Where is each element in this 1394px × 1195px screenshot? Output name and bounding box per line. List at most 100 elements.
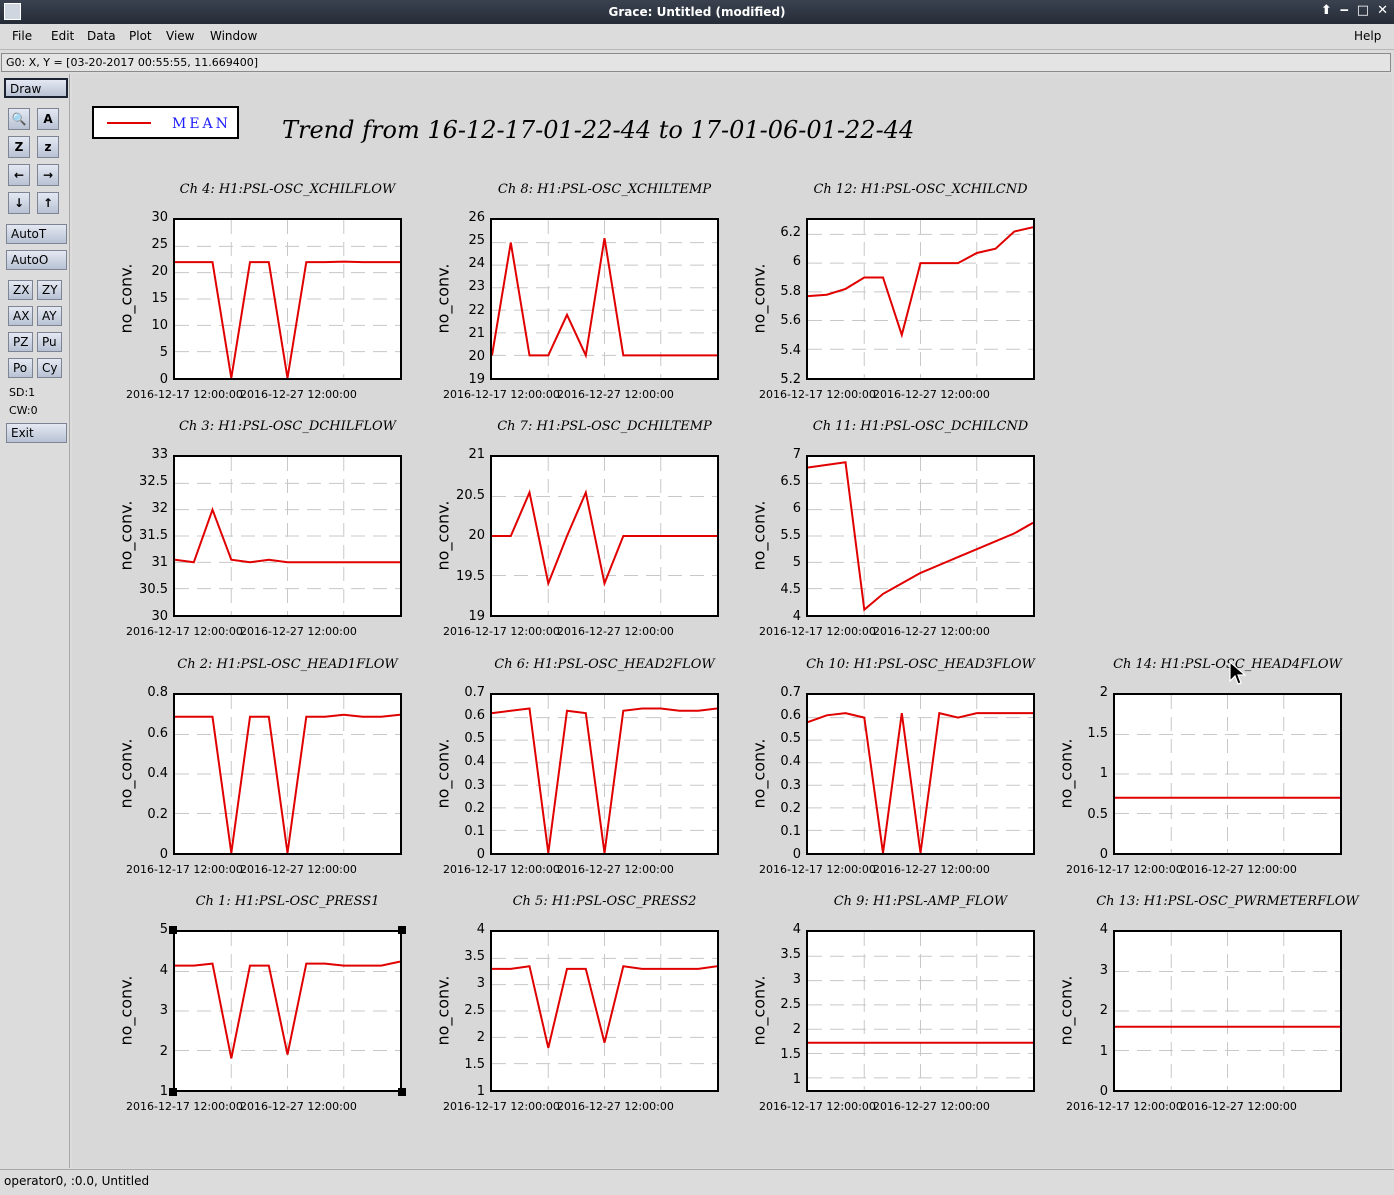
- zoom-icon[interactable]: 🔍: [8, 108, 30, 130]
- plot-area[interactable]: [173, 693, 402, 855]
- plot-svg: [175, 220, 400, 378]
- autoscale-icon[interactable]: A: [37, 108, 59, 130]
- y-tick-label: 1: [1099, 1043, 1108, 1059]
- menu-file[interactable]: File: [12, 29, 32, 43]
- x-tick-label: 2016-12-27 12:00:00: [240, 1100, 357, 1113]
- y-tick-label: 2: [1099, 1003, 1108, 1018]
- plot-svg: [492, 695, 717, 853]
- zoom-in-icon[interactable]: Z: [8, 136, 30, 158]
- po-button[interactable]: Po: [8, 358, 33, 378]
- y-axis-label: no_conv.: [433, 500, 453, 571]
- zoom-out-icon[interactable]: z: [37, 136, 59, 158]
- y-axis-label: no_conv.: [116, 263, 136, 334]
- minimize-window-icon[interactable]: ‒: [1340, 3, 1349, 18]
- down-arrow-icon[interactable]: ↓: [8, 192, 30, 214]
- y-tick-label: 0.2: [780, 800, 801, 816]
- cy-button[interactable]: Cy: [37, 358, 62, 378]
- plot-area[interactable]: [490, 693, 719, 855]
- exit-button[interactable]: Exit: [6, 423, 67, 443]
- left-arrow-icon[interactable]: ←: [8, 164, 30, 186]
- y-axis-label: no_conv.: [749, 263, 769, 334]
- ax-button[interactable]: AX: [8, 306, 33, 326]
- plot-area[interactable]: [1113, 693, 1342, 855]
- x-tick-label: 2016-12-27 12:00:00: [873, 388, 990, 401]
- draw-button[interactable]: Draw: [4, 78, 68, 98]
- y-tick-label: 1: [1099, 766, 1108, 781]
- selection-handle[interactable]: [169, 926, 177, 934]
- y-tick-label: 0.4: [464, 754, 485, 770]
- y-tick-label: 1.5: [780, 1046, 801, 1062]
- plot-area[interactable]: [806, 455, 1035, 617]
- selection-handle[interactable]: [398, 926, 406, 934]
- y-axis-label: no_conv.: [433, 738, 453, 809]
- menu-edit[interactable]: Edit: [51, 29, 74, 43]
- y-tick-label: 0: [792, 847, 801, 862]
- y-tick-label: 15: [151, 291, 168, 306]
- y-tick-label: 1.5: [1087, 725, 1108, 741]
- y-tick-label: 3.5: [464, 949, 485, 964]
- raise-window-icon[interactable]: ⬆: [1321, 3, 1332, 18]
- y-tick-label: 25: [468, 233, 485, 249]
- y-tick-label: 2: [476, 1030, 485, 1045]
- maximize-window-icon[interactable]: □: [1357, 3, 1369, 18]
- plot-svg: [492, 220, 717, 378]
- y-tick-label: 0.5: [780, 731, 801, 747]
- y-tick-label: 0.5: [1087, 806, 1108, 822]
- x-tick-label: 2016-12-27 12:00:00: [557, 388, 674, 401]
- y-tick-label: 24: [468, 256, 485, 272]
- plot-title: Ch 7: H1:PSL-OSC_DCHILTEMP: [497, 419, 712, 434]
- plot-title: Ch 12: H1:PSL-OSC_XCHILCND: [813, 182, 1028, 197]
- selection-handle[interactable]: [169, 1088, 177, 1096]
- zx-button[interactable]: ZX: [8, 280, 33, 300]
- menu-plot[interactable]: Plot: [129, 29, 152, 43]
- y-tick-label: 26: [468, 210, 485, 225]
- plot-area[interactable]: [806, 218, 1035, 380]
- plot-area[interactable]: [490, 455, 719, 617]
- y-tick-label: 0.1: [464, 823, 485, 839]
- up-arrow-icon[interactable]: ↑: [37, 192, 59, 214]
- close-window-icon[interactable]: ✕: [1377, 3, 1388, 18]
- autot-button[interactable]: AutoT: [6, 224, 67, 244]
- y-tick-label: 5: [159, 345, 168, 360]
- y-tick-label: 0: [1099, 1084, 1108, 1099]
- autoo-button[interactable]: AutoO: [6, 250, 67, 270]
- graph-title: Trend from 16-12-17-01-22-44 to 17-01-06…: [282, 116, 915, 144]
- y-tick-label: 32.5: [139, 474, 168, 489]
- plot-svg: [808, 457, 1033, 615]
- right-arrow-icon[interactable]: →: [37, 164, 59, 186]
- menu-window[interactable]: Window: [210, 29, 257, 43]
- legend-box[interactable]: MEAN: [92, 106, 239, 139]
- plot-area[interactable]: [173, 455, 402, 617]
- y-tick-label: 5: [792, 555, 801, 570]
- plot-area[interactable]: [490, 218, 719, 380]
- x-tick-label: 2016-12-17 12:00:00: [443, 388, 560, 401]
- pu-button[interactable]: Pu: [37, 332, 62, 352]
- window-title: Grace: Untitled (modified): [608, 5, 786, 19]
- x-tick-label: 2016-12-27 12:00:00: [1180, 863, 1297, 876]
- plot-title: Ch 6: H1:PSL-OSC_HEAD2FLOW: [494, 657, 715, 672]
- x-tick-label: 2016-12-27 12:00:00: [873, 863, 990, 876]
- plot-area[interactable]: [173, 930, 402, 1092]
- x-tick-label: 2016-12-17 12:00:00: [759, 625, 876, 638]
- plot-area[interactable]: [1113, 930, 1342, 1092]
- selection-handle[interactable]: [398, 1088, 406, 1096]
- menu-help[interactable]: Help: [1354, 29, 1381, 43]
- y-tick-label: 23: [468, 279, 485, 295]
- pz-button[interactable]: PZ: [8, 332, 33, 352]
- menu-data[interactable]: Data: [87, 29, 116, 43]
- plot-area[interactable]: [806, 930, 1035, 1092]
- x-tick-label: 2016-12-17 12:00:00: [1066, 863, 1183, 876]
- y-tick-label: 22: [468, 302, 485, 318]
- x-tick-label: 2016-12-17 12:00:00: [443, 625, 560, 638]
- y-tick-label: 0.3: [464, 777, 485, 793]
- zy-button[interactable]: ZY: [37, 280, 62, 300]
- plot-svg: [175, 932, 400, 1090]
- plot-area[interactable]: [806, 693, 1035, 855]
- menu-view[interactable]: View: [166, 29, 194, 43]
- ay-button[interactable]: AY: [37, 306, 62, 326]
- plot-title: Ch 2: H1:PSL-OSC_HEAD1FLOW: [177, 657, 398, 672]
- plot-area[interactable]: [173, 218, 402, 380]
- y-tick-label: 0.2: [147, 806, 168, 822]
- plot-area[interactable]: [490, 930, 719, 1092]
- y-tick-label: 33: [151, 447, 168, 462]
